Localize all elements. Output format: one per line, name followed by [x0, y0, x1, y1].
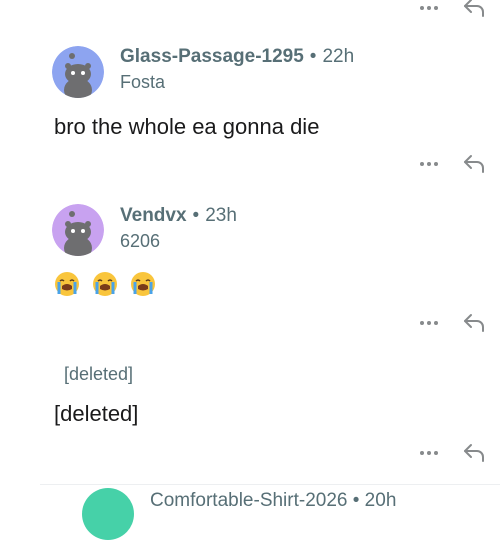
user-flair: Fosta	[120, 72, 166, 92]
comment-time: 22h	[322, 46, 355, 67]
reply-arrow-icon[interactable]	[462, 311, 486, 335]
more-options-icon[interactable]	[418, 313, 440, 333]
loudly-crying-face-icon	[55, 272, 79, 297]
comment-meta: Vendvx • 23h 6206	[120, 205, 237, 252]
avatar[interactable]	[82, 488, 134, 540]
avatar[interactable]	[52, 204, 104, 256]
avatar[interactable]	[52, 46, 104, 98]
comment-meta: Glass-Passage-1295 • 22h Fosta	[120, 46, 354, 93]
deleted-author: [deleted]	[64, 364, 134, 384]
user-flair: 6206	[120, 231, 161, 251]
comment-actions-1	[418, 150, 486, 178]
comment-body: bro the whole ea gonna die	[54, 114, 320, 139]
reply-arrow-icon[interactable]	[462, 152, 486, 176]
author-name[interactable]: Vendvx	[120, 205, 187, 226]
more-options-icon[interactable]	[418, 0, 440, 18]
reply-arrow-icon[interactable]	[462, 441, 486, 465]
next-comment-author-line: Comfortable-Shirt-2026 • 20h	[150, 490, 397, 511]
reply-arrow-icon[interactable]	[462, 0, 486, 20]
comment-actions-3	[418, 439, 486, 467]
comment-actions-top	[418, 0, 486, 22]
more-options-icon[interactable]	[418, 443, 440, 463]
more-options-icon[interactable]	[418, 154, 440, 174]
separator-dot: •	[309, 46, 317, 67]
thread-divider	[40, 484, 500, 485]
comment-time: 23h	[205, 205, 237, 226]
comment-body-emojis	[54, 270, 162, 297]
comment-actions-2	[418, 309, 486, 337]
comment-body: [deleted]	[54, 401, 139, 426]
loudly-crying-face-icon	[131, 272, 156, 297]
author-line: Glass-Passage-1295 • 22h	[120, 46, 354, 68]
loudly-crying-face-icon	[93, 272, 118, 297]
author-line: Vendvx • 23h	[120, 205, 237, 227]
separator-dot: •	[192, 205, 200, 226]
author-name[interactable]: Glass-Passage-1295	[120, 46, 304, 67]
